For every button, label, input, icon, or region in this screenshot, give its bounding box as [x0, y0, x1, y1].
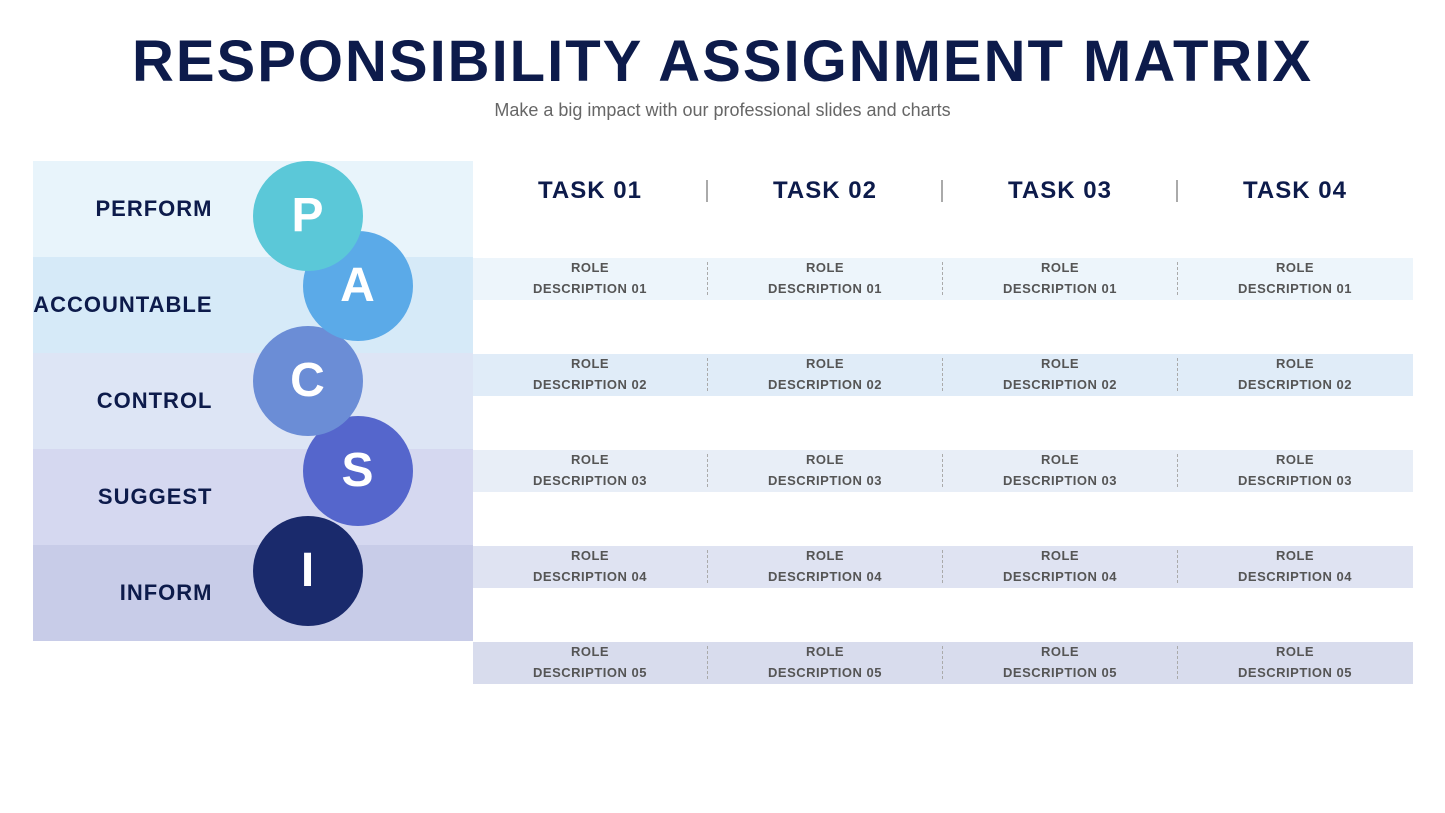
cell-r5-t2: ROLEDESCRIPTION 05	[708, 642, 943, 684]
cell-r5-t3: ROLEDESCRIPTION 05	[943, 642, 1178, 684]
page-title: RESPONSIBILITY ASSIGNMENT MATRIX	[132, 30, 1313, 94]
circle-p: P	[253, 161, 363, 271]
cell-r3-t4: ROLEDESCRIPTION 03	[1178, 450, 1413, 492]
cell-r2-t2: ROLEDESCRIPTION 02	[708, 354, 943, 396]
row-label-suggest: SUGGEST	[33, 484, 233, 510]
data-row-4: ROLEDESCRIPTION 04 ROLEDESCRIPTION 04 RO…	[473, 519, 1413, 615]
task-header-4: TASK 04	[1178, 177, 1413, 205]
data-rows: ROLEDESCRIPTION 01 ROLEDESCRIPTION 01 RO…	[473, 231, 1413, 711]
circle-s-letter: S	[341, 443, 373, 498]
left-panel: PERFORM ACCOUNTABLE CONTROL SUGGEST INFO…	[33, 161, 473, 711]
page-header: RESPONSIBILITY ASSIGNMENT MATRIX Make a …	[132, 30, 1313, 121]
row-label-control: CONTROL	[33, 388, 233, 414]
task-header-2: TASK 02	[708, 177, 943, 205]
right-panel: TASK 01 TASK 02 TASK 03 TASK 04 ROLEDESC…	[473, 161, 1413, 711]
cell-r2-t1: ROLEDESCRIPTION 02	[473, 354, 708, 396]
task-headers: TASK 01 TASK 02 TASK 03 TASK 04	[473, 161, 1413, 231]
circle-a-letter: A	[340, 258, 375, 313]
cell-r2-t3: ROLEDESCRIPTION 02	[943, 354, 1178, 396]
circle-c-letter: C	[290, 353, 325, 408]
circle-i-letter: I	[301, 543, 314, 598]
row-label-perform: PERFORM	[33, 196, 233, 222]
data-row-5: ROLEDESCRIPTION 05 ROLEDESCRIPTION 05 RO…	[473, 615, 1413, 711]
cell-r2-t4: ROLEDESCRIPTION 02	[1178, 354, 1413, 396]
task-header-1: TASK 01	[473, 177, 708, 205]
cell-r4-t1: ROLEDESCRIPTION 04	[473, 546, 708, 588]
matrix-container: PERFORM ACCOUNTABLE CONTROL SUGGEST INFO…	[33, 161, 1413, 711]
cell-r5-t1: ROLEDESCRIPTION 05	[473, 642, 708, 684]
data-row-2: ROLEDESCRIPTION 02 ROLEDESCRIPTION 02 RO…	[473, 327, 1413, 423]
circle-c: C	[253, 326, 363, 436]
cell-r1-t2: ROLEDESCRIPTION 01	[708, 258, 943, 300]
circle-i: I	[253, 516, 363, 626]
cell-r4-t3: ROLEDESCRIPTION 04	[943, 546, 1178, 588]
data-row-3: ROLEDESCRIPTION 03 ROLEDESCRIPTION 03 RO…	[473, 423, 1413, 519]
circle-p-letter: P	[291, 188, 323, 243]
page-subtitle: Make a big impact with our professional …	[132, 100, 1313, 121]
cell-r4-t4: ROLEDESCRIPTION 04	[1178, 546, 1413, 588]
cell-r1-t3: ROLEDESCRIPTION 01	[943, 258, 1178, 300]
task-header-3: TASK 03	[943, 177, 1178, 205]
cell-r3-t3: ROLEDESCRIPTION 03	[943, 450, 1178, 492]
data-row-1: ROLEDESCRIPTION 01 ROLEDESCRIPTION 01 RO…	[473, 231, 1413, 327]
cell-r1-t4: ROLEDESCRIPTION 01	[1178, 258, 1413, 300]
cell-r4-t2: ROLEDESCRIPTION 04	[708, 546, 943, 588]
row-label-inform: INFORM	[33, 580, 233, 606]
circles-overlay: P A C S I	[243, 161, 473, 641]
cell-r3-t1: ROLEDESCRIPTION 03	[473, 450, 708, 492]
cell-r5-t4: ROLEDESCRIPTION 05	[1178, 642, 1413, 684]
row-label-accountable: ACCOUNTABLE	[33, 292, 233, 318]
cell-r1-t1: ROLEDESCRIPTION 01	[473, 258, 708, 300]
cell-r3-t2: ROLEDESCRIPTION 03	[708, 450, 943, 492]
